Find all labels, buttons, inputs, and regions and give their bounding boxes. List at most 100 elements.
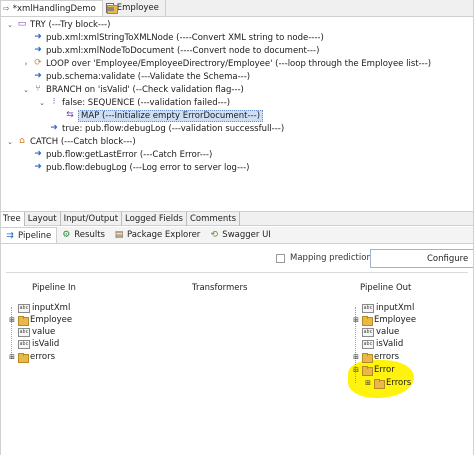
pipeline-out-inputxml[interactable]: abc inputXml — [352, 302, 414, 314]
flow-step-label: pub.flow:debugLog (---Log error to serve… — [46, 162, 250, 173]
expand-plus-icon[interactable]: ⊞ — [352, 353, 360, 361]
tab-tree[interactable]: Tree — [0, 212, 25, 226]
invoke-icon: ➜ — [34, 149, 42, 159]
pipeline-in-errors[interactable]: ⊞ errors — [8, 351, 55, 363]
loop-icon: ⟳ — [34, 58, 42, 68]
collapse-chevron-icon[interactable]: ⌄ — [38, 99, 46, 107]
divider — [6, 272, 468, 273]
flow-step-catch[interactable]: ⌄ ⌂ CATCH (---Catch block---) — [6, 135, 136, 148]
pipeline-in-value[interactable]: abc value — [8, 326, 55, 338]
map-icon: ⇆ — [66, 110, 74, 120]
panel-tab-bar: ⇉ Pipeline ⚙ Results ▤ Package Explorer … — [0, 227, 474, 244]
expand-plus-icon[interactable]: ⊞ — [352, 316, 360, 324]
results-icon: ⚙ — [62, 230, 71, 240]
string-field-icon: abc — [362, 339, 374, 349]
mapping-predictions-checkbox[interactable] — [276, 253, 285, 263]
pipeline-in-inputxml[interactable]: abc inputXml — [8, 302, 70, 314]
editor-view-tabs: Tree Layout Input/Output Logged Fields C… — [0, 211, 474, 226]
tab-pipeline[interactable]: ⇉ Pipeline — [0, 227, 58, 243]
expand-plus-icon[interactable]: ⊞ — [364, 379, 372, 387]
string-field-icon: abc — [362, 303, 374, 313]
flow-step-try[interactable]: ⌄ ▭ TRY (---Try block---) — [6, 18, 110, 31]
flow-step-map[interactable]: ⇆ MAP (---Initialize empty ErrorDocument… — [54, 109, 264, 122]
flow-step-schema-validate[interactable]: ➜ pub.schema:validate (---Validate the S… — [22, 70, 250, 83]
editor-tab-label: Employee — [116, 3, 159, 13]
field-label: isValid — [376, 339, 404, 349]
branch-icon: ⑂ — [35, 84, 41, 94]
flow-step-xmlnodetodocument[interactable]: ➜ pub.xml:xmlNodeToDocument (----Convert… — [22, 44, 319, 57]
tab-logged-fields[interactable]: Logged Fields — [122, 212, 187, 226]
flow-step-getlasterror[interactable]: ➜ pub.flow:getLastError (---Catch Error-… — [22, 148, 212, 161]
pipeline-out-error[interactable]: ⊟ Error — [352, 364, 395, 376]
field-label: value — [376, 327, 400, 337]
flow-service-arrow-icon: ⇨ — [3, 4, 10, 13]
tab-comments[interactable]: Comments — [187, 212, 241, 226]
flow-step-sequence[interactable]: ⌄ ⁝ false: SEQUENCE (---validation faile… — [38, 96, 230, 109]
tab-input-output[interactable]: Input/Output — [61, 212, 123, 226]
field-label: Employee — [374, 315, 417, 325]
field-label: Errors — [386, 378, 412, 388]
field-label: errors — [374, 352, 400, 362]
flow-step-tree: ⌄ ▭ TRY (---Try block---) ➜ pub.xml:xmlS… — [0, 17, 474, 209]
editor-tab-label: *xmlHandlingDemo — [12, 3, 96, 14]
document-list-icon — [374, 379, 385, 389]
tab-package-explorer[interactable]: ▤ Package Explorer — [110, 227, 205, 243]
tab-results[interactable]: ⚙ Results — [57, 227, 110, 243]
document-list-icon — [18, 353, 29, 363]
collapse-chevron-icon[interactable]: ⌄ — [22, 86, 30, 94]
field-label: value — [32, 327, 56, 337]
editor-tab-employee[interactable]: Employee — [103, 0, 166, 16]
expand-plus-icon[interactable]: ⊞ — [8, 353, 16, 361]
tab-label: Results — [74, 230, 105, 240]
editor-tab-xmlhandlingdemo[interactable]: ⇨ *xmlHandlingDemo — [0, 0, 103, 16]
field-label: inputXml — [32, 303, 71, 313]
collapse-chevron-icon[interactable]: ⌄ — [6, 138, 14, 146]
collapse-chevron-icon[interactable]: ⌄ — [6, 21, 14, 29]
tab-swagger-ui[interactable]: ⟲ Swagger UI — [205, 227, 276, 243]
editor-tab-bar: ⇨ *xmlHandlingDemo Employee — [0, 0, 474, 17]
mapping-predictions-toggle[interactable]: Mapping predictions — [276, 253, 376, 263]
flow-step-label: CATCH (---Catch block---) — [30, 136, 136, 147]
collapse-minus-icon[interactable]: ⊟ — [352, 366, 360, 374]
document-field-icon — [362, 316, 373, 326]
field-label: isValid — [32, 339, 60, 349]
configure-button[interactable]: Configure — [370, 249, 474, 268]
flow-step-label: pub.schema:validate (---Validate the Sch… — [46, 71, 251, 82]
pipeline-panel: Mapping predictions Configure Pipeline I… — [0, 245, 474, 455]
flow-step-label: TRY (---Try block---) — [30, 19, 111, 30]
swagger-icon: ⟲ — [210, 230, 219, 240]
tab-layout[interactable]: Layout — [25, 212, 61, 226]
string-field-icon: abc — [18, 339, 30, 349]
invoke-icon: ➜ — [34, 45, 42, 55]
mapping-predictions-label: Mapping predictions — [290, 253, 377, 263]
document-type-icon — [105, 3, 118, 14]
invoke-icon: ➜ — [34, 32, 42, 42]
pipeline-out-value[interactable]: abc value — [352, 326, 399, 338]
expand-chevron-icon[interactable]: › — [22, 60, 30, 68]
document-field-icon — [362, 366, 373, 376]
pipeline-in-employee[interactable]: ⊞ Employee — [8, 314, 72, 326]
pipeline-in-header: Pipeline In — [32, 283, 76, 293]
flow-step-debuglog-catch[interactable]: ➜ pub.flow:debugLog (---Log error to ser… — [22, 161, 249, 174]
package-explorer-icon: ▤ — [114, 230, 124, 240]
pipeline-out-errors-child[interactable]: ⊞ Errors — [364, 377, 411, 389]
string-field-icon: abc — [362, 327, 374, 337]
field-label: inputXml — [376, 303, 415, 313]
flow-step-xmlstringtoxmlnode[interactable]: ➜ pub.xml:xmlStringToXMLNode (----Conver… — [22, 31, 324, 44]
flow-step-debuglog-true[interactable]: ➜ true: pub.flow:debugLog (---validation… — [38, 122, 284, 135]
document-list-icon — [362, 353, 373, 363]
pipeline-in-isvalid[interactable]: abc isValid — [8, 338, 59, 350]
pipeline-out-isvalid[interactable]: abc isValid — [352, 338, 403, 350]
catch-icon: ⌂ — [19, 136, 25, 146]
pipeline-out-errors[interactable]: ⊞ errors — [352, 351, 399, 363]
field-label: Error — [374, 365, 395, 375]
flow-step-branch[interactable]: ⌄ ⑂ BRANCH on 'isValid' (--Check validat… — [22, 83, 244, 96]
pipeline-icon: ⇉ — [6, 230, 14, 241]
flow-step-label: BRANCH on 'isValid' (--Check validation … — [46, 84, 244, 95]
tab-label: Package Explorer — [126, 230, 201, 240]
flow-step-label: pub.xml:xmlStringToXMLNode (----Convert … — [46, 32, 324, 43]
pipeline-out-employee[interactable]: ⊞ Employee — [352, 314, 416, 326]
pipeline-out-header: Pipeline Out — [360, 283, 412, 293]
expand-plus-icon[interactable]: ⊞ — [8, 316, 16, 324]
flow-step-loop[interactable]: › ⟳ LOOP over 'Employee/EmployeeDirectro… — [22, 57, 432, 70]
